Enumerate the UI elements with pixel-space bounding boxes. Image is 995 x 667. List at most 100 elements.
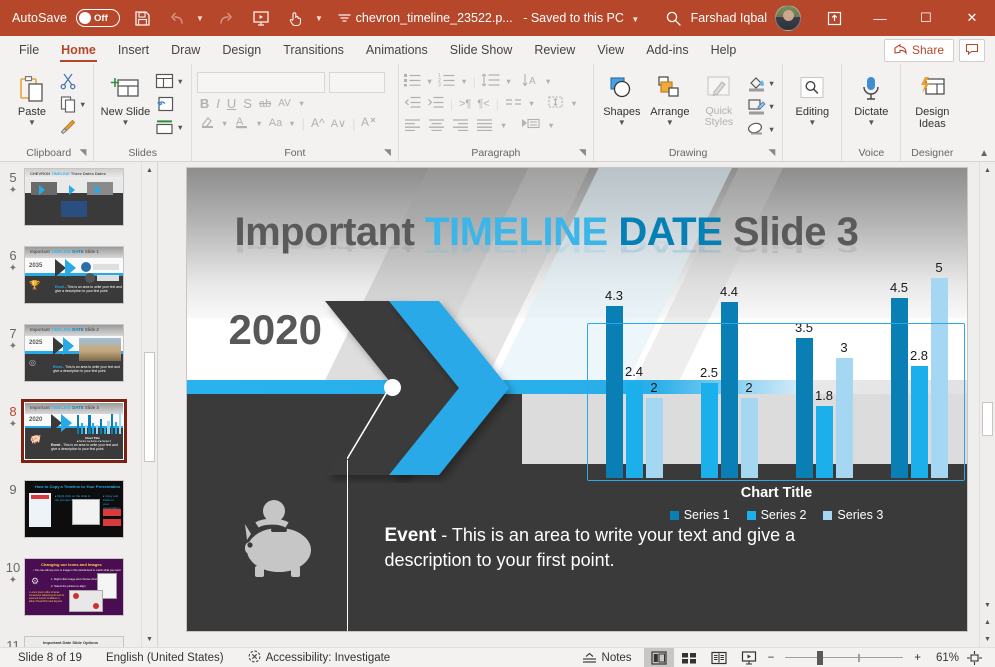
paste-button[interactable]: Paste ▼ <box>9 70 55 127</box>
character-spacing-caret[interactable]: ▼ <box>298 99 305 108</box>
new-slide-button[interactable]: New Slide ▼ <box>99 70 151 127</box>
shape-effects-caret[interactable]: ▼ <box>768 125 775 134</box>
bold-button[interactable]: B <box>200 96 209 111</box>
dictate-dropdown-caret[interactable]: ▼ <box>867 118 875 127</box>
redo-icon[interactable] <box>213 5 239 31</box>
line-spacing-caret[interactable]: ▼ <box>505 77 512 86</box>
legend-item-series-3[interactable]: Series 3 <box>823 508 883 522</box>
collapse-ribbon-button[interactable]: ▲ <box>979 148 989 159</box>
thumbnail-item-10[interactable]: 10 ✦ Changing our Icons and Images • You… <box>0 552 141 630</box>
thumbnail-image-8[interactable]: Important TIMELINE DATE Slide 3 2020 Cha… <box>24 402 124 460</box>
ribbon-display-options-icon[interactable] <box>811 0 857 36</box>
legend-item-series-2[interactable]: Series 2 <box>747 508 807 522</box>
thumbnail-scroll-down-button[interactable]: ▼ <box>142 631 157 647</box>
decrease-indent-icon[interactable] <box>404 96 421 112</box>
font-color-icon[interactable]: A <box>234 114 249 132</box>
bullets-icon[interactable] <box>404 73 421 90</box>
tab-home[interactable]: Home <box>50 36 107 64</box>
drawing-dialog-launcher[interactable]: ◥ <box>768 145 775 160</box>
increase-indent-icon[interactable] <box>427 96 444 112</box>
slide-year-label[interactable]: 2020 <box>229 306 322 354</box>
rtl-icon[interactable]: >¶ <box>459 98 471 110</box>
font-name-input[interactable] <box>197 72 325 93</box>
character-spacing-button[interactable]: AV <box>278 98 291 109</box>
bar-s3-c3[interactable]: 3 <box>836 358 853 478</box>
columns-caret[interactable]: ▼ <box>528 99 535 108</box>
accessibility-status[interactable]: Accessibility: Investigate <box>236 650 403 666</box>
thumbnail-item-5[interactable]: 5 ✦ CHEVRON TIMELINE Three Dates Dates <box>0 162 141 240</box>
bar-s1-c2-left[interactable]: 2.5 <box>701 383 718 478</box>
smartart-caret[interactable]: ▼ <box>547 121 554 130</box>
bullets-caret[interactable]: ▼ <box>426 77 433 86</box>
new-slide-dropdown-caret[interactable]: ▼ <box>121 118 129 127</box>
zoom-slider-handle[interactable] <box>817 651 823 665</box>
thumbnail-scrollbar-thumb[interactable] <box>144 352 155 462</box>
format-painter-button[interactable] <box>57 116 88 138</box>
font-size-input[interactable] <box>329 72 385 93</box>
reading-view-icon[interactable] <box>704 648 734 667</box>
thumbnail-image-7[interactable]: Important TIMELINE DATE Slide 2 2025 ◎ E… <box>24 324 124 382</box>
align-text-icon[interactable] <box>547 95 564 112</box>
minimize-button[interactable]: — <box>857 0 903 36</box>
undo-dropdown-caret[interactable]: ▼ <box>196 14 204 23</box>
chart-title[interactable]: Chart Title <box>587 485 967 501</box>
avatar[interactable] <box>775 5 801 31</box>
start-presentation-icon[interactable] <box>248 5 274 31</box>
tab-design[interactable]: Design <box>211 36 272 64</box>
paste-dropdown-caret[interactable]: ▼ <box>28 118 36 127</box>
quick-styles-button[interactable]: Quick Styles <box>695 70 743 128</box>
highlight-caret[interactable]: ▼ <box>221 119 228 128</box>
thumbnail-image-5[interactable]: CHEVRON TIMELINE Three Dates Dates <box>24 168 124 226</box>
bar-s1-c4[interactable]: 4.5 <box>891 298 908 478</box>
customize-qat-icon[interactable] <box>332 5 358 31</box>
tab-insert[interactable]: Insert <box>107 36 160 64</box>
layout-dropdown-caret[interactable]: ▼ <box>176 77 183 86</box>
shape-fill-button[interactable]: ▼ <box>745 72 777 94</box>
design-ideas-button[interactable]: Design Ideas <box>906 70 958 130</box>
editing-button[interactable]: Editing ▼ <box>788 70 836 127</box>
zoom-level-label[interactable]: 61% <box>925 652 959 664</box>
autosave-toggle[interactable]: Off <box>76 9 120 27</box>
text-direction-caret[interactable]: ▼ <box>544 77 551 86</box>
shapes-button[interactable]: Shapes ▼ <box>599 70 645 127</box>
bar-s1-c1[interactable]: 4.3 <box>606 306 623 478</box>
previous-slide-button[interactable]: ▲ <box>980 614 995 630</box>
save-state-caret[interactable]: ▼ <box>631 15 639 24</box>
change-case-caret[interactable]: ▼ <box>288 119 295 128</box>
touch-mode-icon[interactable] <box>283 5 309 31</box>
save-state-label[interactable]: - Saved to this PC <box>523 11 624 25</box>
italic-button[interactable]: I <box>216 96 220 111</box>
tab-draw[interactable]: Draw <box>160 36 211 64</box>
justify-caret[interactable]: ▼ <box>500 121 507 130</box>
copy-button[interactable]: ▼ <box>57 93 88 115</box>
layout-button[interactable]: ▼ <box>153 70 185 92</box>
arrange-dropdown-caret[interactable]: ▼ <box>666 118 674 127</box>
editing-dropdown-caret[interactable]: ▼ <box>808 118 816 127</box>
text-shadow-button[interactable]: S <box>243 96 252 111</box>
bar-s2-c1[interactable]: 2.4 <box>626 382 643 478</box>
shape-outline-button[interactable]: ▼ <box>745 95 777 117</box>
next-slide-button[interactable]: ▼ <box>980 631 995 647</box>
clear-formatting-icon[interactable]: A <box>361 114 377 132</box>
tab-review[interactable]: Review <box>523 36 586 64</box>
tab-animations[interactable]: Animations <box>355 36 439 64</box>
bar-s3-c2[interactable]: 2 <box>741 398 758 478</box>
paragraph-dialog-launcher[interactable]: ◥ <box>579 145 586 160</box>
align-center-icon[interactable] <box>428 118 445 134</box>
user-name-label[interactable]: Farshad Iqbal <box>691 11 767 25</box>
thumbnail-scrollbar[interactable]: ▲ ▼ <box>141 162 157 647</box>
zoom-slider[interactable] <box>785 651 903 665</box>
thumbnail-image-11[interactable]: Important Date Slide Options <box>24 636 124 647</box>
fit-to-window-icon[interactable] <box>959 648 989 667</box>
font-color-caret[interactable]: ▼ <box>255 119 262 128</box>
thumbnail-image-10[interactable]: Changing our Icons and Images • You can … <box>24 558 124 616</box>
slideshow-icon[interactable] <box>734 648 764 667</box>
dictate-button[interactable]: Dictate ▼ <box>847 70 895 127</box>
thumbnail-image-6[interactable]: Important TIMELINE DATE Slide 1 2035 🏆 E… <box>24 246 124 304</box>
tab-view[interactable]: View <box>586 36 635 64</box>
legend-item-series-1[interactable]: Series 1 <box>670 508 730 522</box>
close-button[interactable]: ✕ <box>949 0 995 36</box>
shape-fill-caret[interactable]: ▼ <box>768 79 775 88</box>
bar-s3-c1[interactable]: 2 <box>646 398 663 478</box>
bar-s2-c3[interactable]: 1.8 <box>816 406 833 478</box>
